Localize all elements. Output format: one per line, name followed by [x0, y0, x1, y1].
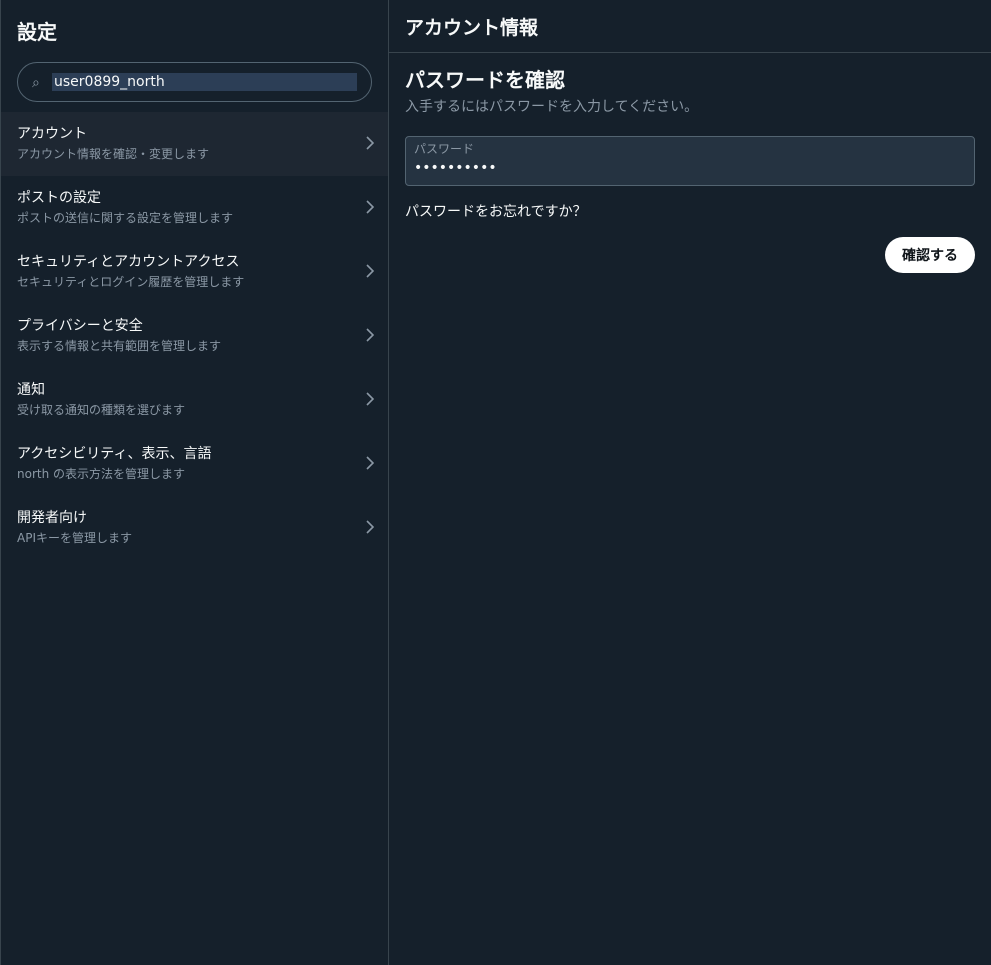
sidebar-item-description: APIキーを管理します: [17, 531, 132, 545]
sidebar-item-description: アカウント情報を確認・変更します: [17, 147, 210, 161]
search-container: ⌕: [1, 56, 388, 112]
page-title: アカウント情報: [389, 0, 991, 53]
section-title: パスワードを確認: [405, 68, 565, 92]
sidebar-item-security[interactable]: セキュリティとアカウントアクセス セキュリティとログイン履歴を管理します: [1, 240, 388, 304]
chevron-right-icon: [366, 392, 374, 406]
sidebar-item-label: アカウント: [17, 126, 87, 142]
button-row: 確認する: [405, 237, 975, 273]
sidebar-item-label: セキュリティとアカウントアクセス: [17, 254, 240, 270]
sidebar-item-description: セキュリティとログイン履歴を管理します: [17, 275, 245, 289]
sidebar-item-label: プライバシーと安全: [17, 318, 143, 334]
sidebar-item-label: 通知: [17, 382, 45, 398]
chevron-right-icon: [366, 264, 374, 278]
chevron-right-icon: [366, 328, 374, 342]
sidebar-item-accessibility[interactable]: アクセシビリティ、表示、言語 north の表示方法を管理します: [1, 432, 388, 496]
forgot-password-link[interactable]: パスワードをお忘れですか？: [405, 201, 975, 221]
sidebar-item-label: アクセシビリティ、表示、言語: [17, 446, 212, 462]
chevron-right-icon: [366, 136, 374, 150]
sidebar-item-account[interactable]: アカウント アカウント情報を確認・変更します: [1, 112, 388, 176]
settings-app: 設定 ⌕ アカウント アカウント情報を確認・変更します ポストの設定 ポストの送…: [0, 0, 991, 965]
sidebar-title: 設定: [17, 20, 57, 44]
sidebar-item-developer[interactable]: 開発者向け APIキーを管理します: [1, 496, 388, 560]
sidebar-item-privacy[interactable]: プライバシーと安全 表示する情報と共有範囲を管理します: [1, 304, 388, 368]
password-field-label: パスワード: [414, 142, 475, 156]
sidebar-item-label: 開発者向け: [17, 510, 87, 526]
sidebar-item-description: 表示する情報と共有範囲を管理します: [17, 339, 222, 353]
search-input[interactable]: [52, 73, 357, 91]
sidebar-item-description: 受け取る通知の種類を選びます: [17, 403, 186, 417]
chevron-right-icon: [366, 520, 374, 534]
sidebar-item-description: north の表示方法を管理します: [17, 467, 186, 481]
search-icon: ⌕: [32, 75, 40, 91]
sidebar-item-description: ポストの送信に関する設定を管理します: [17, 211, 234, 225]
sidebar-item-notifications[interactable]: 通知 受け取る通知の種類を選びます: [1, 368, 388, 432]
settings-sidebar: 設定 ⌕ アカウント アカウント情報を確認・変更します ポストの設定 ポストの送…: [0, 0, 389, 965]
sidebar-item-post-settings[interactable]: ポストの設定 ポストの送信に関する設定を管理します: [1, 176, 388, 240]
search-box[interactable]: ⌕: [17, 62, 372, 102]
account-info-panel: アカウント情報 パスワードを確認 入手するにはパスワードを入力してください。 パ…: [389, 0, 991, 965]
sidebar-item-label: ポストの設定: [17, 190, 101, 206]
chevron-right-icon: [366, 200, 374, 214]
password-confirm-section: パスワードを確認 入手するにはパスワードを入力してください。 パスワード パスワ…: [389, 53, 991, 273]
confirm-button[interactable]: 確認する: [885, 237, 975, 273]
password-field[interactable]: パスワード: [405, 136, 975, 186]
password-input[interactable]: [414, 160, 966, 176]
section-description: 入手するにはパスワードを入力してください。: [405, 99, 699, 115]
chevron-right-icon: [366, 456, 374, 470]
